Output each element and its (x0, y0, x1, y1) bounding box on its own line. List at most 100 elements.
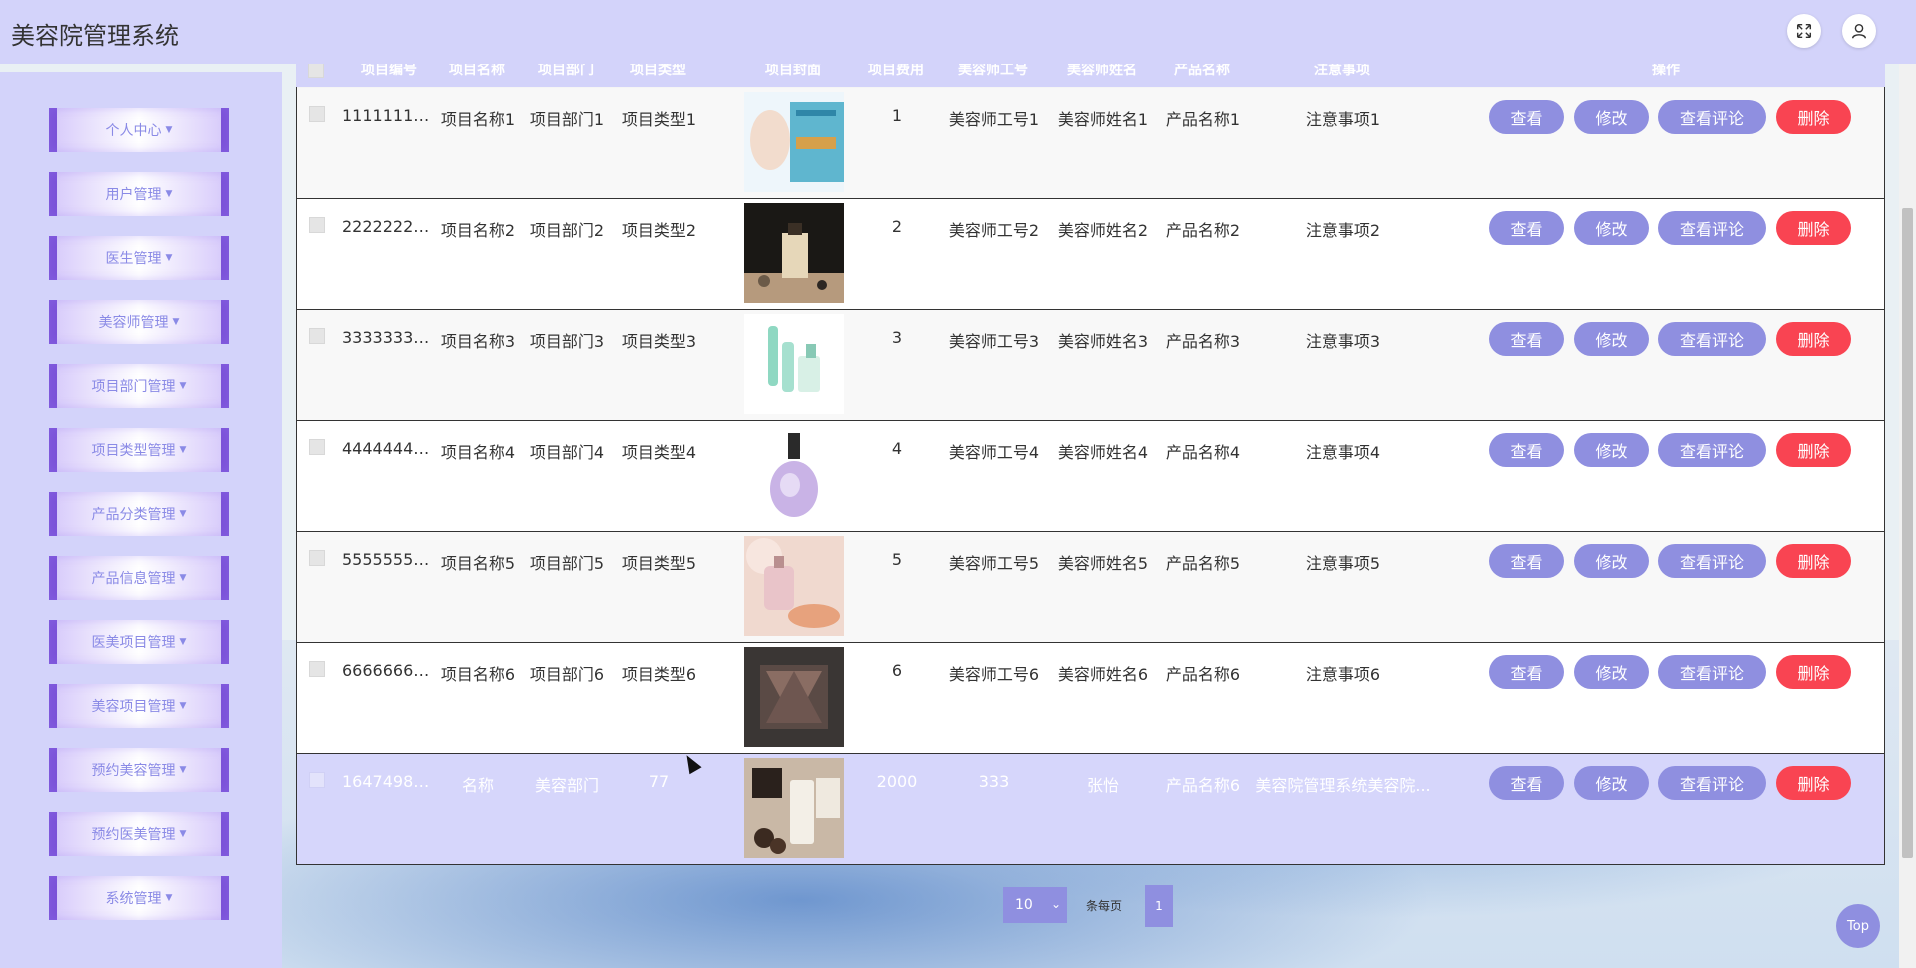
scrollbar-thumb[interactable] (1902, 208, 1913, 858)
edit-button[interactable]: 修改 (1574, 766, 1649, 800)
cell-type: 项目类型3 (621, 332, 697, 351)
delete-button[interactable]: 删除 (1776, 766, 1851, 800)
sidebar-item-medical-bookings[interactable]: 预约医美管理 ▼ (49, 812, 229, 856)
cover-image[interactable] (744, 647, 844, 747)
cell-department: 项目部门4 (529, 443, 605, 462)
sidebar-item-label: 项目部门管理 (91, 379, 176, 395)
sidebar-item-label: 项目类型管理 (91, 443, 176, 459)
cell-project-name: 项目名称5 (440, 554, 516, 573)
row-checkbox[interactable] (309, 661, 325, 677)
caret-down-icon: ▼ (179, 509, 187, 519)
cell-project-name: 名称 (461, 776, 494, 795)
cell-staff-name: 张怡 (1086, 776, 1119, 795)
cell-project-id: 4444444444 (342, 439, 438, 458)
view-button[interactable]: 查看 (1489, 433, 1564, 467)
sidebar-item-label: 产品信息管理 (91, 571, 176, 587)
view-button[interactable]: 查看 (1489, 655, 1564, 689)
cell-notes: 美容院管理系统美容院... (1255, 776, 1431, 795)
delete-button[interactable]: 删除 (1776, 211, 1851, 245)
table-row: 3333333333 项目名称3 项目部门3 项目类型3 3 美容师工号3 美容… (297, 310, 1884, 421)
cell-fee: 2000 (876, 772, 918, 791)
sidebar-item-beauty-projects[interactable]: 美容项目管理 ▼ (49, 684, 229, 728)
view-button[interactable]: 查看 (1489, 322, 1564, 356)
view-button[interactable]: 查看 (1489, 211, 1564, 245)
cell-project-name: 项目名称3 (440, 332, 516, 351)
cell-product: 产品名称2 (1165, 221, 1241, 240)
view-comments-button[interactable]: 查看评论 (1658, 433, 1766, 467)
cell-project-name: 项目名称1 (440, 110, 516, 129)
cell-notes: 注意事项5 (1305, 554, 1381, 573)
cell-staff-no: 美容师工号1 (948, 110, 1040, 129)
view-comments-button[interactable]: 查看评论 (1658, 766, 1766, 800)
fullscreen-button[interactable] (1787, 14, 1821, 48)
edit-button[interactable]: 修改 (1574, 655, 1649, 689)
view-comments-button[interactable]: 查看评论 (1658, 100, 1766, 134)
delete-button[interactable]: 删除 (1776, 544, 1851, 578)
sidebar-item-beauticians[interactable]: 美容师管理 ▼ (49, 300, 229, 344)
cover-picture (744, 536, 844, 636)
caret-down-icon: ▼ (165, 893, 173, 903)
delete-button[interactable]: 删除 (1776, 322, 1851, 356)
row-checkbox[interactable] (309, 439, 325, 455)
cell-staff-no: 美容师工号6 (948, 665, 1040, 684)
row-checkbox[interactable] (309, 106, 325, 122)
row-checkbox[interactable] (309, 772, 325, 788)
user-icon (1851, 23, 1867, 39)
sidebar-item-beauty-bookings[interactable]: 预约美容管理 ▼ (49, 748, 229, 792)
cell-staff-name: 美容师姓名1 (1057, 110, 1149, 129)
cover-picture (744, 314, 844, 414)
cell-staff-name: 美容师姓名6 (1057, 665, 1149, 684)
view-button[interactable]: 查看 (1489, 100, 1564, 134)
row-checkbox[interactable] (309, 328, 325, 344)
cover-image[interactable] (744, 314, 844, 414)
cell-product: 产品名称6 (1165, 665, 1241, 684)
sidebar-item-project-types[interactable]: 项目类型管理 ▼ (49, 428, 229, 472)
sidebar-item-departments[interactable]: 项目部门管理 ▼ (49, 364, 229, 408)
view-comments-button[interactable]: 查看评论 (1658, 655, 1766, 689)
sidebar: 个人中心 ▼ 用户管理 ▼ 医生管理 ▼ 美容师管理 ▼ 项目部门管理 ▼ 项目类型管理 ▼… (0, 72, 282, 968)
row-checkbox[interactable] (309, 217, 325, 233)
caret-down-icon: ▼ (165, 189, 173, 199)
cell-project-name: 项目名称6 (440, 665, 516, 684)
view-comments-button[interactable]: 查看评论 (1658, 544, 1766, 578)
edit-button[interactable]: 修改 (1574, 544, 1649, 578)
caret-down-icon: ▼ (179, 637, 187, 647)
sidebar-item-system[interactable]: 系统管理 ▼ (49, 876, 229, 920)
cover-image[interactable] (744, 536, 844, 636)
edit-button[interactable]: 修改 (1574, 322, 1649, 356)
sidebar-item-product-categories[interactable]: 产品分类管理 ▼ (49, 492, 229, 536)
sidebar-item-medical-projects[interactable]: 医美项目管理 ▼ (49, 620, 229, 664)
sidebar-item-personal[interactable]: 个人中心 ▼ (49, 108, 229, 152)
view-comments-button[interactable]: 查看评论 (1658, 211, 1766, 245)
delete-button[interactable]: 删除 (1776, 100, 1851, 134)
cell-type: 项目类型4 (621, 443, 697, 462)
view-comments-button[interactable]: 查看评论 (1658, 322, 1766, 356)
sidebar-item-doctors[interactable]: 医生管理 ▼ (49, 236, 229, 280)
edit-button[interactable]: 修改 (1574, 100, 1649, 134)
cover-image[interactable] (744, 758, 844, 858)
edit-button[interactable]: 修改 (1574, 433, 1649, 467)
sidebar-item-product-info[interactable]: 产品信息管理 ▼ (49, 556, 229, 600)
row-checkbox[interactable] (309, 550, 325, 566)
view-button[interactable]: 查看 (1489, 766, 1564, 800)
edit-button[interactable]: 修改 (1574, 211, 1649, 245)
cell-type: 77 (648, 772, 670, 791)
sidebar-item-label: 用户管理 (105, 187, 162, 203)
cell-staff-no: 美容师工号3 (948, 332, 1040, 351)
cover-image[interactable] (744, 203, 844, 303)
view-button[interactable]: 查看 (1489, 544, 1564, 578)
cell-department: 项目部门3 (529, 332, 605, 351)
cell-project-id: 3333333333 (342, 328, 438, 347)
cover-image[interactable] (744, 92, 844, 192)
cell-project-id: 6666666666 (342, 661, 438, 680)
sidebar-item-users[interactable]: 用户管理 ▼ (49, 172, 229, 216)
delete-button[interactable]: 删除 (1776, 655, 1851, 689)
delete-button[interactable]: 删除 (1776, 433, 1851, 467)
page-button-current[interactable]: 1 (1145, 885, 1173, 927)
cover-image[interactable] (744, 425, 844, 525)
back-to-top-button[interactable]: Top (1836, 904, 1880, 948)
select-all-checkbox[interactable] (308, 62, 324, 78)
page-size-select[interactable]: 10 ⌄ (1003, 887, 1067, 923)
user-button[interactable] (1842, 14, 1876, 48)
cell-staff-name: 美容师姓名4 (1057, 443, 1149, 462)
